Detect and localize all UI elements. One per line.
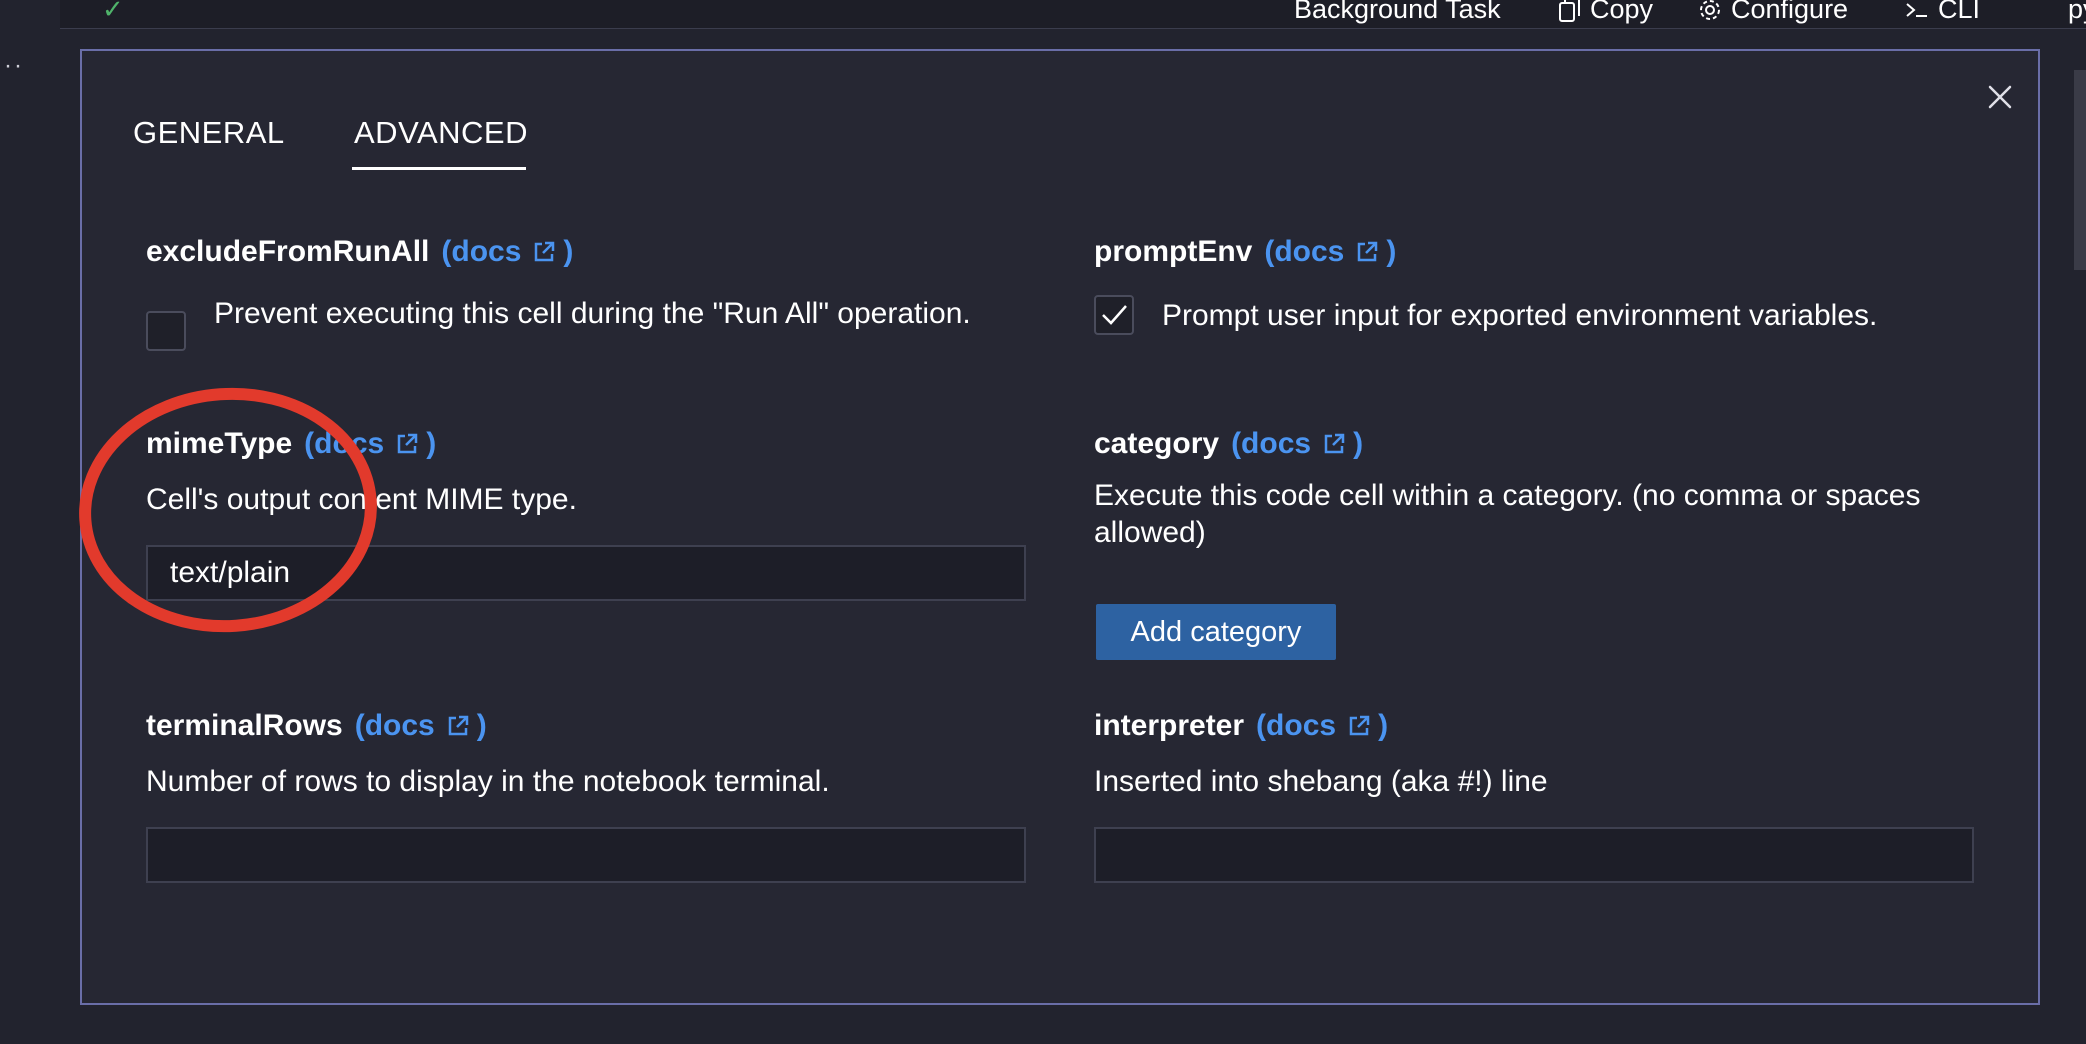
docs-link[interactable]: (docs ) — [441, 235, 573, 269]
cell-toolbar: ✓ Background Task Copy Configure CLI p — [60, 0, 2086, 29]
exclude-from-run-all-checkbox[interactable] — [146, 311, 186, 351]
language-label[interactable]: py — [2068, 0, 2086, 25]
external-link-icon — [1324, 433, 1345, 454]
terminal-rows-description: Number of rows to display in the noteboo… — [146, 765, 830, 798]
external-link-icon — [397, 433, 418, 454]
configure-label: Configure — [1731, 0, 1849, 24]
checkmark-icon — [1102, 305, 1127, 325]
tab-selected-indicator — [352, 167, 526, 170]
field-name: category — [1094, 427, 1220, 460]
docs-link[interactable]: (docs ) — [1256, 709, 1388, 743]
field-name: interpreter — [1094, 709, 1245, 742]
background-task-button[interactable]: Background Task — [1294, 0, 1501, 25]
field-name: excludeFromRunAll — [146, 235, 430, 268]
mime-type-description: Cell's output content MIME type. — [146, 483, 577, 516]
close-icon — [1988, 85, 2012, 109]
terminal-icon — [1904, 0, 1930, 22]
interpreter-description: Inserted into shebang (aka #!) line — [1094, 765, 1548, 798]
cli-label: CLI — [1938, 0, 1981, 24]
category-description: Execute this code cell within a category… — [1094, 479, 1921, 549]
page: ✓ Background Task Copy Configure CLI p ·… — [0, 0, 2086, 1044]
interpreter-input[interactable] — [1094, 827, 1974, 883]
docs-link[interactable]: (docs ) — [355, 709, 487, 743]
field-name: terminalRows — [146, 709, 343, 742]
configure-button[interactable]: Configure — [1697, 0, 1848, 25]
language-text: py — [2068, 0, 2086, 24]
tab-advanced[interactable]: ADVANCED — [354, 115, 528, 151]
external-link-icon — [1358, 241, 1378, 262]
gear-icon — [1697, 0, 1723, 23]
cell-configuration-dialog: GENERAL ADVANCED excludeFromRunAll (docs… — [80, 49, 2040, 1005]
mime-type-input[interactable] — [146, 545, 1026, 601]
docs-link[interactable]: (docs ) — [304, 427, 436, 461]
external-link-icon — [1349, 715, 1370, 736]
external-link-icon — [448, 715, 468, 736]
close-button[interactable] — [1980, 77, 2020, 117]
background-task-label: Background Task — [1294, 0, 1501, 24]
prompt-env-description: Prompt user input for exported environme… — [1162, 299, 1878, 332]
category-label: category (docs ) — [1094, 427, 1363, 461]
copy-label: Copy — [1590, 0, 1654, 24]
cli-button[interactable]: CLI — [1904, 0, 1980, 25]
interpreter-label: interpreter (docs ) — [1094, 709, 1388, 743]
terminal-rows-input[interactable] — [146, 827, 1026, 883]
copy-icon — [1558, 0, 1582, 23]
external-link-icon — [535, 241, 555, 262]
mime-type-label: mimeType (docs ) — [146, 427, 436, 461]
exclude-from-run-all-label: excludeFromRunAll (docs ) — [146, 235, 573, 269]
field-name: mimeType — [146, 427, 293, 460]
scrollbar-thumb[interactable] — [2074, 70, 2086, 270]
field-name: promptEnv — [1094, 235, 1253, 268]
docs-link[interactable]: (docs ) — [1231, 427, 1363, 461]
tab-general[interactable]: GENERAL — [133, 115, 285, 151]
add-category-button[interactable]: Add category — [1096, 604, 1336, 660]
terminal-rows-label: terminalRows (docs ) — [146, 709, 487, 743]
docs-link[interactable]: (docs ) — [1264, 235, 1396, 269]
copy-button[interactable]: Copy — [1558, 0, 1653, 25]
check-icon: ✓ — [102, 0, 124, 24]
prompt-env-label: promptEnv (docs ) — [1094, 235, 1396, 269]
prompt-env-checkbox[interactable] — [1094, 295, 1134, 335]
exclude-from-run-all-description: Prevent executing this cell during the "… — [214, 297, 971, 330]
more-icon[interactable]: ·· — [4, 52, 24, 80]
